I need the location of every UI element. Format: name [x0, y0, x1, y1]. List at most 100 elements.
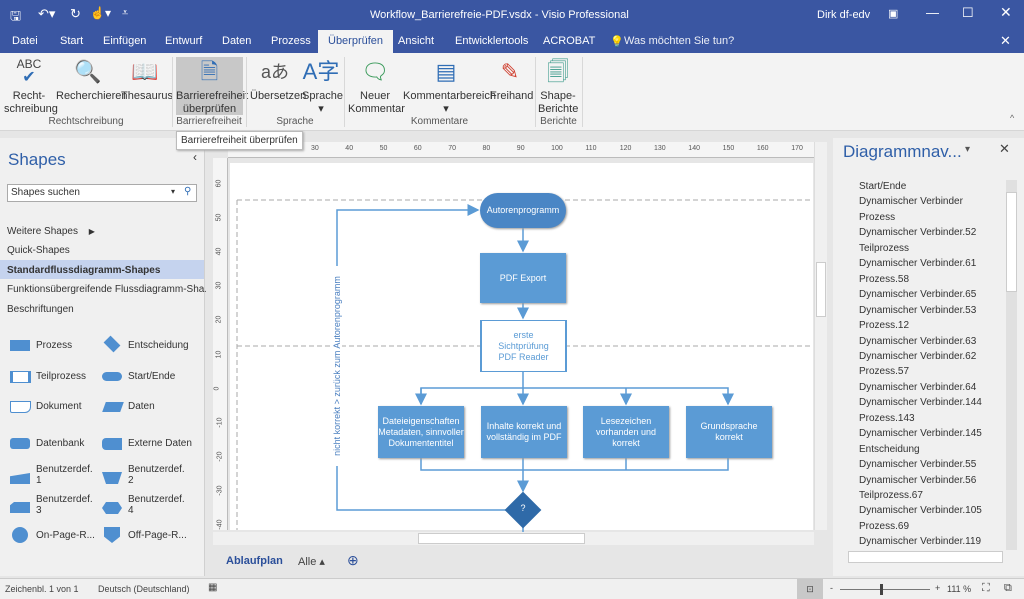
nav-list-item[interactable]: Dynamischer Verbinder.55: [859, 459, 976, 470]
scroll-thumb[interactable]: [816, 262, 826, 317]
nav-list-item[interactable]: Prozess.57: [859, 366, 909, 377]
thesaurus-icon: 📖: [131, 59, 159, 84]
panel-options-icon[interactable]: ▾: [965, 144, 970, 155]
nav-horizontal-scrollbar[interactable]: [848, 551, 1003, 563]
process-box[interactable]: Grundsprache korrekt: [686, 406, 772, 458]
new-comment-button[interactable]: 🗨 Neuer Kommentar: [348, 57, 405, 116]
nav-list-item[interactable]: Dynamischer Verbinder.53: [859, 305, 976, 316]
tab-entwurf[interactable]: Entwurf: [165, 35, 202, 47]
zoom-level[interactable]: 111 %: [947, 584, 971, 594]
save-icon[interactable]: 🖫: [10, 7, 21, 29]
macro-icon[interactable]: ▦: [208, 582, 217, 593]
nav-list-item[interactable]: Entscheidung: [859, 444, 920, 455]
horizontal-scrollbar[interactable]: [213, 532, 814, 545]
nav-list-item[interactable]: Dynamischer Verbinder.144: [859, 397, 982, 408]
nav-list-item[interactable]: Dynamischer Verbinder.56: [859, 475, 976, 486]
tab-entwicklertools[interactable]: Entwicklertools: [455, 35, 528, 47]
zoom-out-button[interactable]: -: [830, 583, 833, 593]
scroll-thumb[interactable]: [418, 533, 585, 544]
ink-button[interactable]: ✎ Freihand: [490, 57, 533, 103]
tab-prozess[interactable]: Prozess: [271, 35, 311, 47]
stencil-callouts[interactable]: Beschriftungen: [7, 304, 74, 315]
custom3-shape-icon: [10, 502, 30, 513]
tab-start[interactable]: Start: [60, 35, 83, 47]
add-page-icon[interactable]: ⊕: [347, 552, 359, 569]
nav-list-item[interactable]: Dynamischer Verbinder.52: [859, 227, 976, 238]
minimize-icon[interactable]: —: [926, 5, 939, 20]
nav-list-item[interactable]: Prozess.143: [859, 413, 915, 424]
nav-list-item[interactable]: Start/Ende: [859, 181, 906, 192]
close-document-icon[interactable]: ✕: [1000, 33, 1011, 49]
presentation-mode-icon[interactable]: ⊡: [797, 579, 823, 599]
nav-list-item[interactable]: Prozess: [859, 212, 895, 223]
customize-qat-icon[interactable]: ⩡: [122, 7, 128, 20]
switch-windows-icon[interactable]: ⧉: [1004, 582, 1012, 595]
maximize-icon[interactable]: ☐: [962, 5, 974, 21]
nav-list-item[interactable]: Dynamischer Verbinder.105: [859, 505, 982, 516]
accessibility-check-button[interactable]: 🗎 Barrierefreiheit überprüfen: [176, 57, 248, 115]
user-name[interactable]: Dirk df-edv: [817, 9, 870, 21]
more-shapes[interactable]: Weitere Shapes ▶: [7, 226, 95, 237]
diagram-navigation-panel: Diagrammnav... ▾ ✕ Start/Ende Dynamischer…: [833, 138, 1024, 576]
collapse-ribbon-icon[interactable]: ^: [1010, 113, 1014, 123]
stencil-quick-shapes[interactable]: Quick-Shapes: [7, 245, 70, 256]
collapse-panel-icon[interactable]: ‹: [193, 150, 197, 164]
tab-daten[interactable]: Daten: [222, 35, 251, 47]
spelling-button[interactable]: ABC ✔ Recht-schreibung: [4, 57, 58, 116]
zoom-in-button[interactable]: +: [935, 583, 940, 593]
all-pages-button[interactable]: Alle ▴: [298, 555, 325, 568]
start-end-autorenprogramm[interactable]: Autorenprogramm: [480, 193, 566, 228]
shapes-search-input[interactable]: Shapes suchen ▾ ⚲: [7, 184, 197, 202]
process-box[interactable]: Inhalte korrekt und vollständig im PDF: [481, 406, 567, 458]
nav-list-item[interactable]: Dynamischer Verbinder.61: [859, 258, 976, 269]
process-box[interactable]: Lesezeichen vorhanden und korrekt: [583, 406, 669, 458]
nav-list-item[interactable]: Teilprozess: [859, 243, 909, 254]
language-button[interactable]: A字 Sprache ▾: [302, 57, 343, 116]
vertical-scrollbar[interactable]: [814, 142, 827, 530]
nav-list-item[interactable]: Dynamischer Verbinder.145: [859, 428, 982, 439]
nav-list-item[interactable]: Dynamischer Verbinder: [859, 196, 963, 207]
stencil-standard-flowchart[interactable]: Standardflussdiagramm-Shapes: [7, 265, 160, 276]
nav-list-item[interactable]: Teilprozess.67: [859, 490, 923, 501]
language-indicator[interactable]: Deutsch (Deutschland): [98, 584, 190, 594]
research-button[interactable]: 🔍 Recherchieren: [56, 57, 128, 103]
comment-pane-button[interactable]: ▤ Kommentarbereich ▾: [403, 57, 496, 116]
nav-list-item[interactable]: Dynamischer Verbinder.65: [859, 289, 976, 300]
tab-ueberpruefen[interactable]: Überprüfen: [318, 30, 394, 53]
stencil-cross-functional[interactable]: Funktionsübergreifende Flussdiagramm-Sha…: [7, 284, 213, 295]
dropdown-icon[interactable]: ▾: [171, 187, 175, 196]
close-icon[interactable]: ✕: [1000, 4, 1012, 21]
ribbon-display-icon[interactable]: ▣: [888, 7, 898, 20]
zoom-slider[interactable]: [840, 584, 930, 595]
tell-me-input[interactable]: Was möchten Sie tun?: [624, 35, 734, 47]
shape-reports-button[interactable]: 🗐 Shape- Berichte: [538, 57, 578, 116]
nav-list-item[interactable]: Dynamischer Verbinder.119: [859, 536, 981, 547]
search-icon[interactable]: ⚲: [184, 186, 191, 197]
translate-button[interactable]: aあ Übersetzen: [250, 57, 306, 103]
page-tab-ablaufplan[interactable]: Ablaufplan: [226, 555, 283, 567]
process-box[interactable]: Dateieigenschaften Metadaten, sinnvoller…: [378, 406, 464, 458]
nav-vertical-scrollbar[interactable]: [1006, 180, 1017, 550]
close-panel-icon[interactable]: ✕: [999, 141, 1010, 157]
nav-list-item[interactable]: Prozess.69: [859, 521, 909, 532]
undo-icon[interactable]: ↶▾: [38, 6, 55, 22]
nav-list-item[interactable]: Prozess.58: [859, 274, 909, 285]
shapes-title: Shapes: [8, 150, 66, 169]
fit-page-icon[interactable]: ⛶: [982, 582, 990, 595]
nav-list-item[interactable]: Dynamischer Verbinder.62: [859, 351, 976, 362]
thesaurus-button[interactable]: 📖 Thesaurus: [121, 57, 173, 103]
nav-list-item[interactable]: Dynamischer Verbinder.64: [859, 382, 976, 393]
page-indicator[interactable]: Zeichenbl. 1 von 1: [5, 584, 79, 594]
touch-mode-icon[interactable]: ☝▾: [90, 6, 111, 20]
group-label: Barrierefreiheit: [176, 116, 242, 127]
tab-datei[interactable]: Datei: [12, 35, 38, 47]
ruler-tick-label: 20: [215, 315, 223, 324]
nav-list-item[interactable]: Dynamischer Verbinder.63: [859, 336, 976, 347]
tab-ansicht[interactable]: Ansicht: [398, 35, 434, 47]
subprocess-sichtpruefung[interactable]: erste Sichtprüfung PDF Reader: [480, 320, 567, 372]
redo-icon[interactable]: ↻: [70, 6, 81, 22]
nav-list-item[interactable]: Prozess.12: [859, 320, 909, 331]
tab-acrobat[interactable]: ACROBAT: [543, 35, 595, 47]
tab-einfuegen[interactable]: Einfügen: [103, 35, 146, 47]
process-pdf-export[interactable]: PDF Export: [480, 253, 566, 303]
